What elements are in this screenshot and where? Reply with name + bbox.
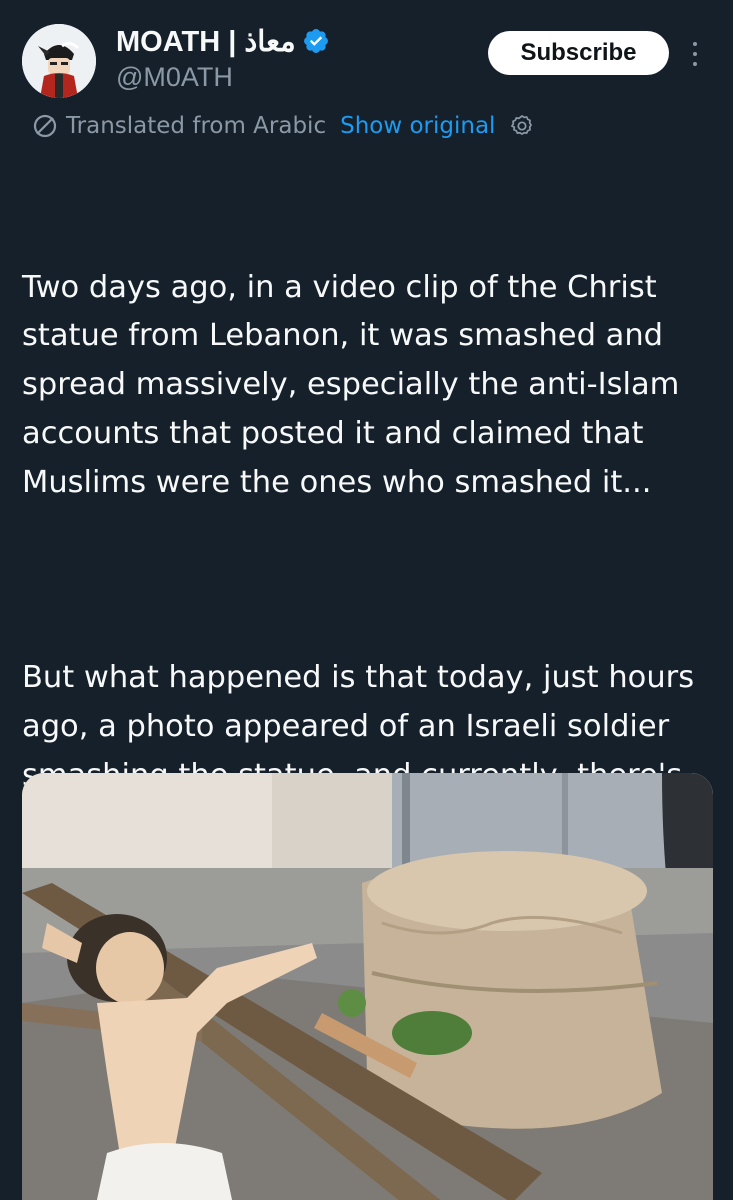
more-vertical-icon[interactable]: [684, 38, 706, 70]
translation-notice-text: Translated from Arabic: [66, 113, 327, 139]
post-photo-image: [22, 773, 713, 1200]
avatar-illustration: [22, 24, 96, 98]
translation-notice: Translated from Arabic Show original: [32, 108, 535, 144]
show-original-link[interactable]: Show original: [340, 113, 495, 139]
gear-icon[interactable]: [509, 113, 535, 139]
author-handle[interactable]: @M0ATH: [116, 62, 233, 93]
subscribe-button[interactable]: Subscribe: [488, 31, 669, 75]
author-name-row[interactable]: MOATH | معاذ: [116, 24, 330, 58]
post-paragraph: Two days ago, in a video clip of the Chr…: [22, 269, 690, 500]
post-card: MOATH | معاذ @M0ATH Subscribe Translated…: [0, 0, 733, 1200]
translate-icon: [32, 113, 58, 139]
avatar[interactable]: [22, 24, 96, 98]
post-photo[interactable]: [22, 773, 713, 1200]
verified-badge-icon: [302, 27, 330, 55]
author-display-name[interactable]: MOATH | معاذ: [116, 24, 296, 59]
